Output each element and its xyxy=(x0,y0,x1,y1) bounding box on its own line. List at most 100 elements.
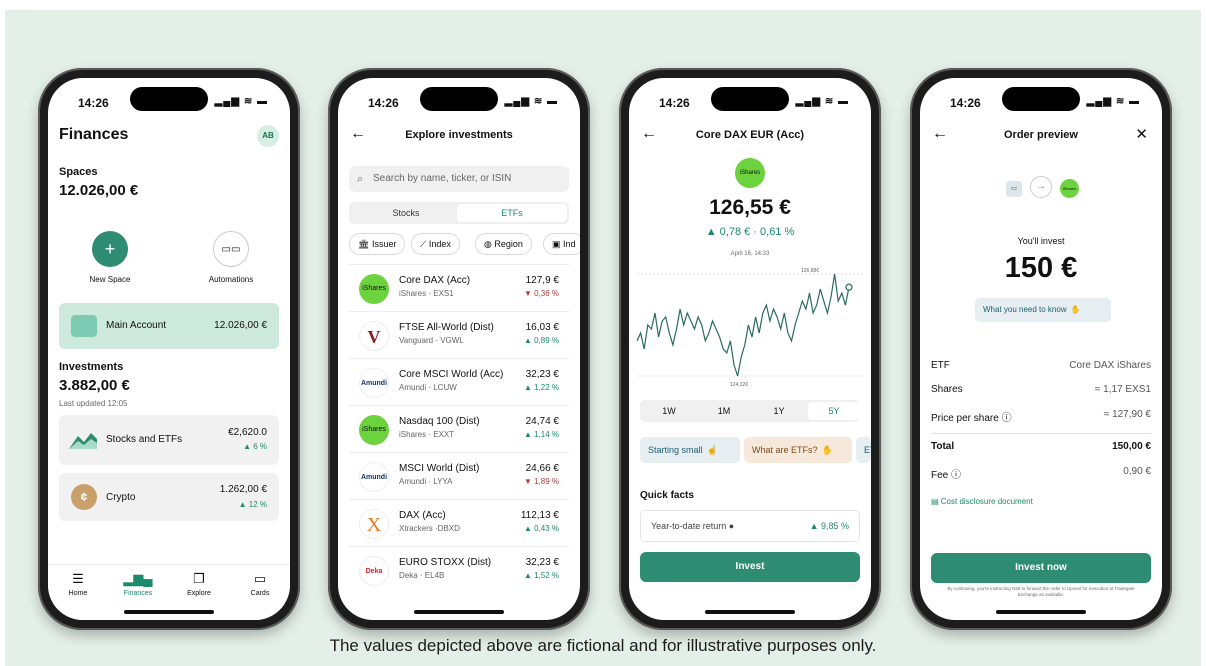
search-placeholder: Search by name, ticker, or ISIN xyxy=(373,173,512,184)
order-disclaimer: By continuing, you're instructing N26 to… xyxy=(947,586,1135,597)
ishares-logo: iShares xyxy=(735,158,765,188)
main-account-label: Main Account xyxy=(106,320,167,331)
fund-issuer-ticker: Amundi · LYYA xyxy=(399,477,453,486)
fund-price: 24,66 € xyxy=(525,463,559,474)
info-icon[interactable]: ⓘ xyxy=(951,470,961,481)
automations-label: Automations xyxy=(208,275,254,284)
fee-row: Fee ⓘ 0,90 € xyxy=(931,466,1151,481)
phone-finances: 14:26 ▂▄▆ ≋ ▬ Finances AB Spaces 12.026,… xyxy=(38,68,300,630)
chip-label: Index xyxy=(428,239,451,249)
tab-stocks[interactable]: Stocks xyxy=(351,204,461,222)
tab-home[interactable]: ☰ Home xyxy=(48,571,108,597)
divider xyxy=(931,433,1151,434)
bank-icon: 🏛 xyxy=(358,239,372,249)
status-time: 14:26 xyxy=(950,96,981,110)
dynamic-island xyxy=(130,87,208,111)
hand-icon: ☝ xyxy=(706,445,718,455)
issuer-logo: Deka xyxy=(359,556,389,586)
fee-value: 0,90 € xyxy=(1123,466,1151,477)
finances-screen: 14:26 ▂▄▆ ≋ ▬ Finances AB Spaces 12.026,… xyxy=(48,78,290,620)
pill-label: Starting small xyxy=(648,445,703,455)
investment-row[interactable]: X DAX (Acc) Xtrackers ·DBXD 112,13 € ▲ 0,43 … xyxy=(349,499,569,546)
crypto-card[interactable]: ¢ Crypto 1.262,00 € ▲ 12 % xyxy=(59,473,279,521)
chip-label: Issuer xyxy=(371,239,397,249)
period-1w[interactable]: 1W xyxy=(643,402,695,420)
filter-chip-issuer[interactable]: 🏛 Issuer xyxy=(349,233,406,255)
what-are-etfs-pill[interactable]: What are ETFs? ✋ xyxy=(744,437,852,463)
invest-button[interactable]: Invest xyxy=(640,552,860,582)
price-line-chart[interactable]: 126,88€ 124,32€ xyxy=(629,262,871,388)
filter-chip-index[interactable]: ⟋ Index xyxy=(411,233,460,255)
ytd-return-card: Year-to-date return ● ▲ 9,85 % xyxy=(640,510,860,542)
close-icon[interactable]: ✕ xyxy=(1135,125,1148,143)
filter-chip-industry[interactable]: ▣ Ind xyxy=(543,233,580,255)
automation-icon: ▭▭ xyxy=(221,244,241,255)
avatar[interactable]: AB xyxy=(257,125,279,147)
fund-price: 112,13 € xyxy=(520,510,559,521)
investment-row[interactable]: iShares Nasdaq 100 (Dist) iShares · EXXT 24… xyxy=(349,405,569,452)
trend-icon: ⟋ xyxy=(420,239,429,249)
starting-small-pill[interactable]: Starting small ☝ xyxy=(640,437,740,463)
page-title: Core DAX EUR (Acc) xyxy=(695,129,805,141)
document-icon: ▤ xyxy=(931,497,941,506)
search-input[interactable]: ⌕ Search by name, ticker, or ISIN xyxy=(349,166,569,192)
stocks-etfs-card[interactable]: Stocks and ETFs €2,620.0 ▲ 6 % xyxy=(59,415,279,465)
pill-label: What you need to know xyxy=(983,305,1067,314)
cost-disclosure-link[interactable]: ▤ Cost disclosure document xyxy=(931,497,1033,506)
fund-issuer-ticker: Deka · EL4B xyxy=(399,571,445,580)
automations-button[interactable]: ▭▭ xyxy=(213,231,249,267)
tab-finances-label: Finances xyxy=(123,590,153,597)
period-5y[interactable]: 5Y xyxy=(808,402,860,420)
fund-name: Nasdaq 100 (Dist) xyxy=(399,416,480,427)
fund-change: ▲ 1,52 % xyxy=(523,571,559,580)
main-account-value: 12.026,00 € xyxy=(214,320,267,331)
footnote: The values depicted above are fictional … xyxy=(329,636,877,655)
investment-row[interactable]: iShares Core DAX (Acc) iShares · EXS1 127,9… xyxy=(349,264,569,311)
new-space-button[interactable]: + xyxy=(92,231,128,267)
hand-icon: ✋ xyxy=(1070,305,1081,314)
etf-row: ETF Core DAX iShares xyxy=(931,360,1151,374)
chart-high-label: 126,88€ xyxy=(801,268,819,274)
explore-screen: 14:26 ▂▄▆ ≋ ▬ ← Explore investments ⌕ Se… xyxy=(338,78,580,620)
fund-change: ▲ 0,43 % xyxy=(523,524,559,533)
crypto-value: 1.262,00 € xyxy=(219,484,267,495)
fund-issuer-ticker: Xtrackers ·DBXD xyxy=(399,524,460,533)
status-icons: ▂▄▆ ≋ ▬ xyxy=(1086,96,1140,107)
investment-row[interactable]: Amundi Core MSCI World (Acc) Amundi · LCUW… xyxy=(349,358,569,405)
wallet-icon xyxy=(71,315,97,337)
shares-value: ≈ 1,17 EXS1 xyxy=(1094,384,1151,395)
order-screen: 14:26 ▂▄▆ ≋ ▬ ← Order preview ✕ ▭ → iSha… xyxy=(920,78,1162,620)
status-icons: ▂▄▆ ≋ ▬ xyxy=(214,96,268,107)
fund-change: ▼ 1,89 % xyxy=(523,477,559,486)
fund-issuer-ticker: iShares · EXXT xyxy=(399,430,455,439)
investment-row[interactable]: Amundi MSCI World (Dist) Amundi · LYYA 24,6… xyxy=(349,452,569,499)
tab-cards[interactable]: ▭ Cards xyxy=(230,571,290,597)
info-icon[interactable]: ● xyxy=(729,521,734,531)
briefcase-icon: ▣ xyxy=(552,239,564,249)
fund-name: Core DAX (Acc) xyxy=(399,275,471,286)
issuer-logo: V xyxy=(359,321,389,351)
tab-home-label: Home xyxy=(68,590,88,597)
issuer-logo: iShares xyxy=(359,274,389,304)
invest-now-button[interactable]: Invest now xyxy=(931,553,1151,583)
tab-explore-label: Explore xyxy=(187,590,211,597)
crypto-change: ▲ 12 % xyxy=(238,500,267,509)
page-title: Finances xyxy=(59,126,129,143)
tab-finances[interactable]: ▂▆▄ Finances xyxy=(108,571,168,597)
main-account-card[interactable]: Main Account 12.026,00 € xyxy=(59,303,279,349)
home-icon: ☰ xyxy=(72,571,84,586)
period-1m[interactable]: 1M xyxy=(698,402,750,420)
filter-chip-region[interactable]: ◍ Region xyxy=(475,233,532,255)
status-time: 14:26 xyxy=(78,96,109,110)
tab-etfs[interactable]: ETFs xyxy=(457,204,567,222)
need-to-know-pill[interactable]: What you need to know ✋ xyxy=(975,298,1111,322)
status-icons: ▂▄▆ ≋ ▬ xyxy=(504,96,558,107)
investment-row[interactable]: Deka EURO STOXX (Dist) Deka · EL4B 32,23 € ▲… xyxy=(349,546,569,593)
dynamic-island xyxy=(420,87,498,111)
info-icon[interactable]: ⓘ xyxy=(1002,413,1012,424)
more-pill[interactable]: ET xyxy=(856,437,871,463)
period-1y[interactable]: 1Y xyxy=(753,402,805,420)
quick-facts-heading: Quick facts xyxy=(640,490,694,501)
investment-row[interactable]: V FTSE All-World (Dist) Vanguard · VGWL 16,… xyxy=(349,311,569,358)
tab-explore[interactable]: ❐ Explore xyxy=(169,571,229,597)
